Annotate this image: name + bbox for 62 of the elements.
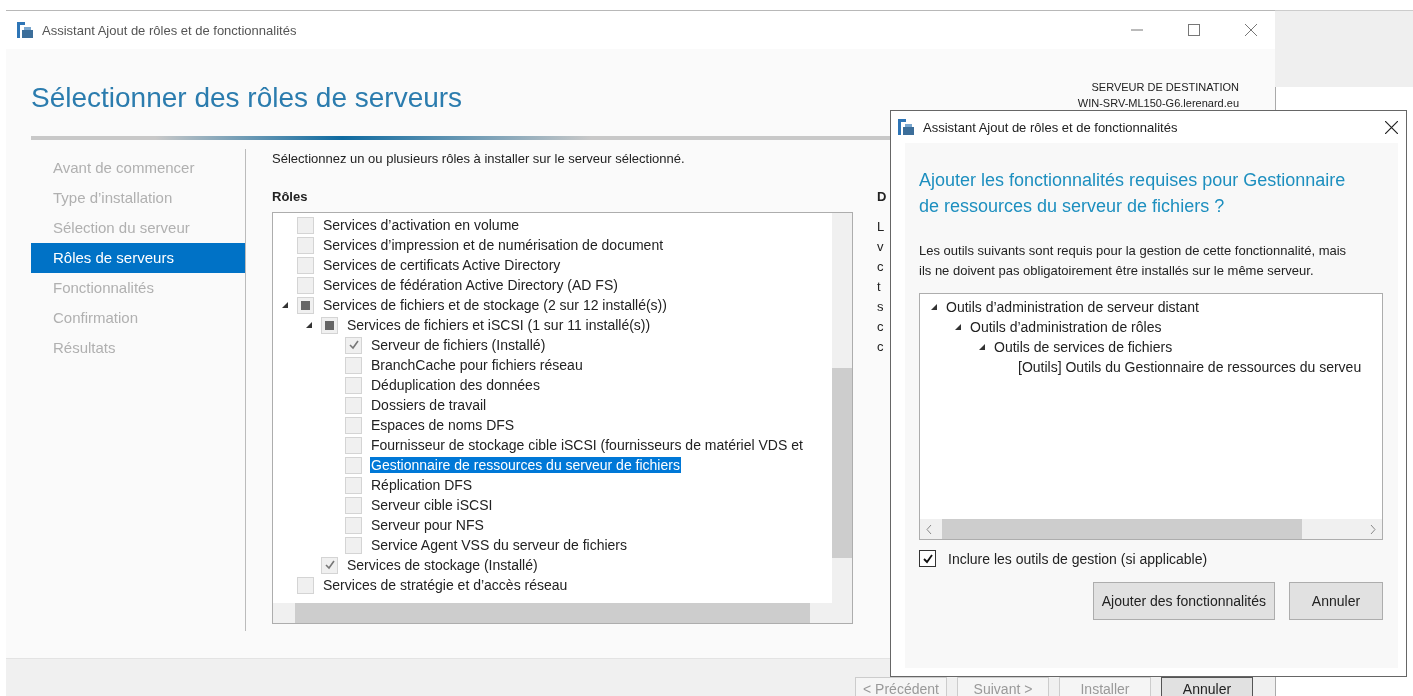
role-item[interactable]: Serveur de fichiers (Installé)	[370, 337, 547, 353]
horizontal-scrollbar[interactable]	[920, 519, 1382, 539]
maximize-icon[interactable]	[1188, 24, 1200, 36]
tree-item[interactable]: [Outils] Outils du Gestionnaire de ressources du serveu	[1018, 359, 1362, 375]
role-item[interactable]: Services de stockage (Installé)	[346, 557, 539, 573]
role-item[interactable]: Services de certificats Active Directory	[322, 257, 562, 273]
dialog-button[interactable]: Annuler	[1289, 582, 1383, 620]
roles-label: Rôles	[272, 189, 309, 206]
role-item[interactable]: Gestionnaire de ressources du serveur de fichiers	[370, 457, 681, 473]
role-item[interactable]: Services d’impression et de numérisation de document	[322, 237, 665, 253]
features-tree[interactable]: Outils d’administration de serveur distant Outils d’administration de rôles Outils de services de fichiers [Outils] Outils du Gestionnaire de ressources du serveu	[919, 293, 1383, 540]
checkbox[interactable]	[919, 550, 936, 567]
horizontal-scrollbar[interactable]	[273, 603, 852, 623]
description-text: c	[877, 339, 885, 356]
close-icon[interactable]	[1385, 120, 1398, 134]
page-title: Sélectionner des rôles de serveurs	[31, 82, 463, 114]
include-tools-label: Inclure les outils de gestion (si applicable)	[948, 550, 1208, 567]
description-text: s	[877, 299, 885, 316]
expander-icon[interactable]	[978, 343, 986, 351]
dialog-text: Les outils suivants sont requis pour la gestion de cette fonctionnalité, mais ils ne doivent pas obligatoirement être installés sur le même serveur.	[919, 242, 1348, 280]
role-item[interactable]: Services de stratégie et d’accès réseau	[322, 577, 569, 593]
role-item[interactable]: Déduplication des données	[370, 377, 541, 393]
role-item[interactable]: Service Agent VSS du serveur de fichiers	[370, 537, 629, 553]
role-item[interactable]: Espaces de noms DFS	[370, 417, 516, 433]
server-icon	[16, 21, 34, 39]
vertical-scrollbar[interactable]	[832, 213, 852, 603]
role-item[interactable]: Dossiers de travail	[370, 397, 488, 413]
role-item[interactable]: Services d’activation en volume	[322, 217, 521, 233]
role-item[interactable]: Réplication DFS	[370, 477, 474, 493]
destination-server: WIN-SRV-ML150-G6.lerenard.eu	[1077, 96, 1239, 111]
description-text: t	[877, 279, 882, 296]
scroll-right-icon[interactable]	[1370, 524, 1376, 534]
description-text: v	[877, 239, 885, 256]
role-item[interactable]: Serveur pour NFS	[370, 517, 485, 533]
role-item[interactable]: Serveur cible iSCSI	[370, 497, 494, 513]
role-item[interactable]: BranchCache pour fichiers réseau	[370, 357, 584, 373]
tree-item[interactable]: Outils d’administration de rôles	[970, 319, 1162, 335]
expander-icon[interactable]	[930, 303, 938, 311]
roles-list[interactable]	[272, 212, 853, 624]
role-item[interactable]: Services de fichiers et de stockage (2 sur 12 installé(s))	[322, 297, 668, 313]
dialog-button[interactable]: Ajouter des fonctionnalités	[1092, 582, 1275, 620]
role-item[interactable]: Fournisseur de stockage cible iSCSI (fournisseurs de matériel VDS et	[370, 437, 804, 453]
role-item[interactable]: Services de fédération Active Directory (AD FS)	[322, 277, 619, 293]
expander-icon[interactable]	[954, 323, 962, 331]
dialog-title: Assistant Ajout de rôles et de fonctionnalités	[923, 119, 1178, 135]
window-title: Assistant Ajout de rôles et de fonctionnalités	[42, 22, 297, 38]
scroll-left-icon[interactable]	[926, 524, 932, 534]
expander-icon[interactable]	[281, 301, 289, 309]
description-text: c	[877, 259, 885, 276]
expander-icon[interactable]	[305, 321, 313, 329]
server-icon	[897, 118, 915, 136]
description-text: L	[877, 219, 886, 236]
sidebar-item[interactable]: Rôles de serveurs	[31, 243, 245, 273]
description-text: c	[877, 319, 885, 336]
destination-label: SERVEUR DE DESTINATION	[1091, 80, 1239, 95]
dialog-heading: Ajouter les fonctionnalités requises pour Gestionnaire de ressources du serveur de fichiers ?	[919, 169, 1347, 218]
tree-item[interactable]: Outils d’administration de serveur distant	[946, 299, 1199, 315]
tree-item[interactable]: Outils de services de fichiers	[994, 339, 1173, 355]
instruction-text: Sélectionnez un ou plusieurs rôles à installer sur le serveur sélectionné.	[272, 150, 686, 168]
wizard-button[interactable]: Annuler	[1161, 677, 1253, 696]
role-item[interactable]: Services de fichiers et iSCSI (1 sur 11 installé(s))	[346, 317, 652, 333]
description-heading: D	[877, 189, 887, 206]
